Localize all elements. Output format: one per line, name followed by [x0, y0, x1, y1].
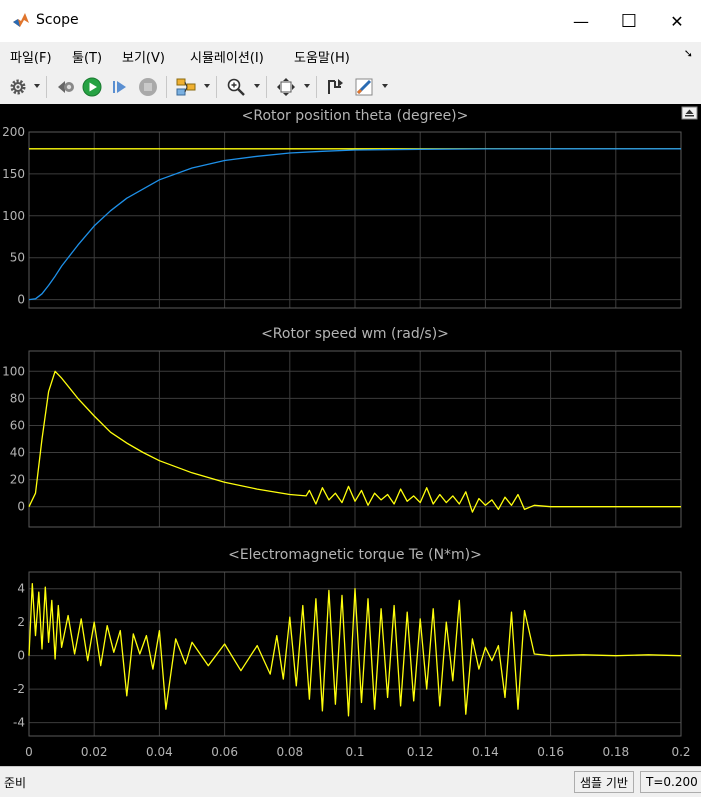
step-forward-icon — [113, 81, 126, 93]
y-tick-label: 40 — [10, 446, 25, 460]
fit-dropdown-icon[interactable] — [304, 84, 310, 88]
style-dropdown-icon[interactable] — [382, 84, 388, 88]
y-tick-label: 0 — [17, 500, 25, 514]
run-icon — [82, 77, 102, 97]
menu-help[interactable]: 도움말(H) — [294, 47, 350, 66]
y-tick-label: -2 — [13, 682, 25, 696]
x-tick-label: 0 — [25, 745, 33, 759]
status-text: 준비 — [4, 776, 27, 790]
fit-to-view-button[interactable] — [274, 75, 298, 99]
y-tick-label: 50 — [10, 251, 25, 265]
menu-simulation[interactable]: 시뮬레이션(I) — [190, 47, 264, 66]
cursor-measurement-button[interactable] — [324, 75, 348, 99]
cursor-measurement-icon — [328, 79, 343, 94]
x-tick-label: 0.02 — [81, 745, 108, 759]
toolbar-separator — [46, 76, 47, 98]
menu-bar: 파일(F) 툴(T) 보기(V) 시뮬레이션(I) 도움말(H) ➘ — [0, 42, 701, 68]
scope-charts: <Rotor position theta (degree)> 0 50 100 150… — [2, 106, 698, 759]
minimize-button[interactable]: — — [557, 0, 605, 42]
status-bar: 준비 샘플 기반 T=0.200 — [0, 766, 701, 797]
maximize-button[interactable]: ☐ — [605, 0, 653, 42]
fit-to-view-icon — [277, 78, 295, 96]
signal-select-icon — [176, 78, 196, 96]
y-tick-label: 100 — [2, 209, 25, 223]
menu-view[interactable]: 보기(V) — [122, 47, 165, 66]
step-back-icon — [58, 81, 74, 93]
toolbar-separator — [216, 76, 217, 98]
zoom-button[interactable] — [224, 75, 248, 99]
signal-select-dropdown-icon[interactable] — [204, 84, 210, 88]
run-button[interactable] — [80, 75, 104, 99]
matlab-logo-icon — [13, 13, 29, 27]
signal-select-button[interactable] — [174, 75, 198, 99]
x-tick-label: 0.04 — [146, 745, 173, 759]
settings-dropdown-icon[interactable] — [34, 84, 40, 88]
y-tick-label: 80 — [10, 391, 25, 405]
title-bar: Scope — ☐ ✕ — [0, 0, 701, 42]
axes-title: <Rotor speed wm (rad/s)> — [261, 326, 449, 342]
axes-title: <Rotor position theta (degree)> — [242, 108, 469, 124]
x-tick-label: 0.2 — [671, 745, 690, 759]
style-icon — [355, 78, 373, 96]
x-tick-label: 0.08 — [276, 745, 303, 759]
y-tick-label: 4 — [17, 582, 25, 596]
y-tick-label: -4 — [13, 716, 25, 730]
y-tick-label: 0 — [17, 649, 25, 663]
scope-axes-2: <Rotor speed wm (rad/s)> 0 20 40 60 80 100 — [2, 326, 682, 528]
menu-tools[interactable]: 툴(T) — [72, 47, 102, 66]
gear-icon — [10, 79, 26, 95]
x-tick-label: 0.16 — [537, 745, 564, 759]
y-tick-label: 2 — [17, 615, 25, 629]
y-tick-label: 0 — [17, 293, 25, 307]
x-tick-label: 0.1 — [345, 745, 364, 759]
y-tick-label: 100 — [2, 364, 25, 378]
zoom-icon — [227, 78, 245, 96]
x-tick-label: 0.14 — [472, 745, 499, 759]
sample-mode-indicator: 샘플 기반 — [574, 771, 634, 793]
x-tick-label: 0.18 — [602, 745, 629, 759]
toolbar — [0, 70, 701, 105]
dock-icon[interactable]: ➘ — [684, 47, 693, 60]
menu-file[interactable]: 파일(F) — [10, 47, 52, 66]
sim-time-indicator: T=0.200 — [640, 771, 701, 793]
step-back-button[interactable] — [54, 75, 78, 99]
x-tick-label: 0.06 — [211, 745, 238, 759]
stop-button[interactable] — [136, 75, 160, 99]
toolbar-separator — [166, 76, 167, 98]
x-tick-label: 0.12 — [407, 745, 434, 759]
y-tick-label: 150 — [2, 167, 25, 181]
window-title: Scope — [36, 12, 79, 28]
scope-axes-1: <Rotor position theta (degree)> 0 50 100 150… — [2, 108, 682, 309]
minimize-icon: — — [573, 11, 589, 31]
axes-title: <Electromagnetic torque Te (N*m)> — [228, 547, 482, 563]
settings-button[interactable] — [6, 75, 30, 99]
y-tick-label: 60 — [10, 418, 25, 432]
y-tick-label: 200 — [2, 125, 25, 139]
close-button[interactable]: ✕ — [653, 0, 701, 42]
close-icon: ✕ — [670, 11, 684, 31]
step-forward-button[interactable] — [108, 75, 132, 99]
style-button[interactable] — [352, 75, 376, 99]
maximize-icon: ☐ — [620, 10, 638, 32]
zoom-dropdown-icon[interactable] — [254, 84, 260, 88]
undock-button[interactable] — [681, 106, 698, 120]
scope-plot-area: <Rotor position theta (degree)> 0 50 100 150… — [0, 104, 701, 766]
scope-axes-3: <Electromagnetic torque Te (N*m)> -4 -2 0 2 4… — [13, 547, 691, 759]
y-tick-label: 20 — [10, 473, 25, 487]
stop-icon — [139, 78, 157, 96]
toolbar-separator — [266, 76, 267, 98]
toolbar-separator — [316, 76, 317, 98]
